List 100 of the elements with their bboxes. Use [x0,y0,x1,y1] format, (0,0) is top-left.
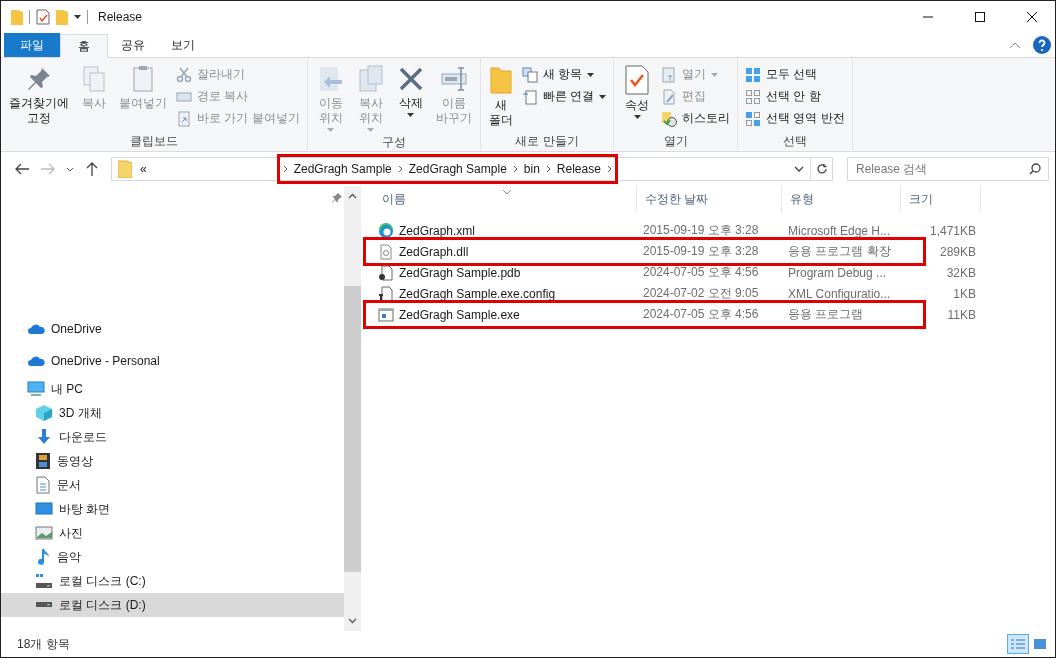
close-icon [1027,12,1037,22]
navigation-item[interactable]: 문서 [1,473,344,497]
properties-icon[interactable] [36,9,50,25]
caret-icon [711,72,718,77]
file-name[interactable]: ZedGragh Sample.exe [378,306,636,323]
breadcrumb-item[interactable]: bin [523,162,540,176]
status-text: 18개 항목 [17,635,71,653]
drive-icon [35,573,53,589]
column-header[interactable]: 수정한 날짜 [637,186,782,212]
caret-icon [74,15,81,19]
navigation-item[interactable]: 동영상 [1,449,344,473]
date-cell-text: 2015-09-19 오후 3:28 [642,243,760,260]
scissors-icon [176,66,192,83]
open-icon [661,66,677,83]
rename-icon [438,64,469,94]
group-label: 선택 [781,133,808,150]
navigation-item[interactable]: 로컬 디스크 (D:) [1,593,344,617]
ribbon-button[interactable]: 모두 선택 [742,64,848,85]
collapse-ribbon-icon[interactable] [1009,41,1021,49]
ribbon-button[interactable]: 삭제 [391,62,430,134]
caret-icon [633,115,641,119]
column-header[interactable]: 이름 [364,186,637,212]
search-icon [1029,163,1041,175]
chevron-icon [397,165,403,173]
properties-icon [622,64,652,96]
maximize-icon [975,12,985,22]
ribbon-button[interactable]: 빠른 연결 [518,86,609,107]
file-menu-tab[interactable]: 파일 [4,33,60,57]
breadcrumb-item[interactable]: Release [556,162,601,176]
navigation-item[interactable]: 다운로드 [1,425,344,449]
folder-icon [118,160,132,178]
file-icon [378,285,394,302]
chevron-icon [545,165,551,173]
navigation-item[interactable]: 로컬 디스크 (C:) [1,569,344,593]
cloud-icon [27,323,45,335]
history-icon [661,110,677,127]
application-window-icon [378,306,394,323]
shortcut-icon [176,110,192,127]
search-field[interactable]: Release 검색 [847,157,1049,181]
ribbon-button[interactable]: 선택 안 함 [742,86,848,107]
ribbon-button[interactable]: 새 폴더 [484,62,517,133]
pin-icon[interactable] [332,193,342,203]
ribbon-button[interactable]: 즐겨찾기에 고정 [5,62,73,133]
large-icon-icon [1033,638,1047,650]
date-cell-text: 2015-09-19 오후 3:28 [642,222,760,239]
ribbon-tab[interactable]: 공유 [108,33,158,57]
breadcrumb-item[interactable]: ZedGragh Sample [408,162,507,176]
ribbon-tab[interactable]: 보기 [158,33,208,57]
chevron-down-icon [66,166,74,172]
select-none-icon [745,88,761,105]
document-icon [35,476,51,494]
ribbon-button[interactable]: 선택 영역 반전 [742,108,848,129]
file-name[interactable]: ZedGragh Sample.exe.config [378,285,636,302]
monitor-icon [35,501,53,517]
ribbon-button[interactable]: 새 항목 [518,64,609,85]
picture-icon [35,525,53,541]
navigation-item[interactable]: 음악 [1,545,344,569]
group-label: 구성 [380,134,407,151]
drive-icon [35,602,53,608]
caret-icon [599,94,606,99]
overflow-chevron[interactable]: « [140,162,147,176]
cube-icon [35,404,53,422]
globe-icon [378,222,394,239]
scrollbar-thumb[interactable] [344,286,361,572]
folder-icon [11,9,23,25]
size-cell-text: 11KB [946,307,976,322]
breadcrumb-item[interactable]: ZedGragh Sample [293,162,392,176]
date-cell-text: 2024-07-05 오후 4:56 [642,264,760,281]
details-view-button[interactable] [1007,634,1029,654]
type-cell-text: Program Debug ... [787,265,888,280]
navigation-item[interactable]: 사진 [1,521,344,545]
sort-indicator-icon [502,189,512,195]
file-name[interactable]: ZedGragh Sample.pdb [378,264,636,281]
group-label: 새로 만들기 [514,133,580,150]
forward-arrow-icon [41,163,55,175]
file-name[interactable]: ZedGraph.xml [378,222,636,239]
scrollbar[interactable] [344,186,361,631]
computer-icon [27,381,45,397]
details-list-icon [1011,638,1025,650]
ribbon-button[interactable]: 속성 [618,62,656,133]
ribbon-tab[interactable]: 홈 [60,34,108,58]
column-header[interactable]: 크기 [901,186,981,212]
download-icon [35,428,53,446]
date-cell-text: 2024-07-02 오전 9:05 [642,285,760,302]
chevron-icon [512,165,518,173]
ribbon-button[interactable]: 히스토리 [658,108,733,129]
navigation-item[interactable]: 3D 개체 [1,401,344,425]
navigation-item[interactable]: OneDrive [1,313,344,345]
cloud-icon [27,355,45,367]
dropdown-icon[interactable] [794,166,804,172]
column-header[interactable]: 유형 [782,186,901,212]
date-cell-text: 2024-07-05 오후 4:56 [642,306,760,323]
navigation-item[interactable]: 바탕 화면 [1,497,344,521]
help-icon[interactable] [1033,36,1051,54]
caret-icon [327,128,335,132]
file-name[interactable]: ZedGraph.dll [378,243,636,260]
address-bar[interactable]: « ZedGragh Sample ZedGragh Sample bin Release [111,157,833,181]
navigation-item[interactable]: OneDrive - Personal [1,345,344,377]
chevron-icon [282,165,288,173]
navigation-item[interactable]: 내 PC [1,377,344,401]
